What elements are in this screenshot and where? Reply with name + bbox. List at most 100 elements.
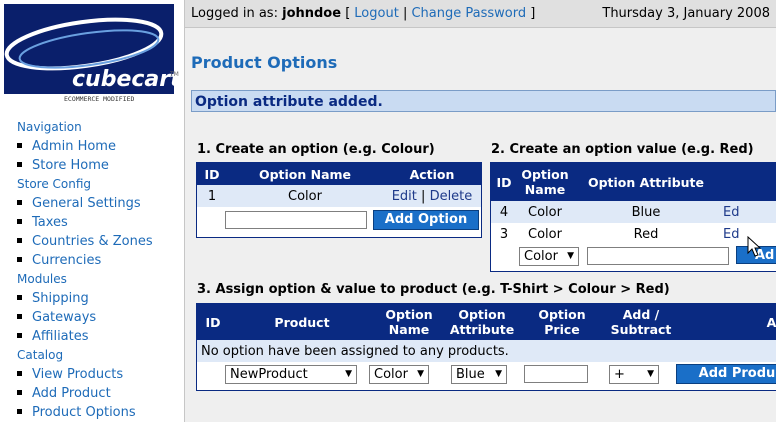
table-row: 1 Color Edit | Delete: [197, 185, 481, 207]
cubecart-logo[interactable]: cubecart TM ECOMMERCE MODIFIED: [4, 4, 180, 104]
change-password-link[interactable]: Change Password: [411, 6, 526, 21]
option-name: Color: [288, 188, 322, 204]
sidebar-item-view-products[interactable]: View Products: [0, 365, 184, 384]
logout-link[interactable]: Logout: [354, 6, 399, 21]
col-action: [719, 163, 776, 201]
edit-value-link[interactable]: Ed: [719, 201, 776, 223]
value-id: 4: [499, 204, 509, 220]
bullet-icon: [17, 143, 22, 148]
sidebar-item-label: Affiliates: [32, 329, 89, 344]
sidebar-item-label: Store Home: [32, 158, 109, 173]
sidebar-item-currencies[interactable]: Currencies: [0, 251, 184, 270]
sidebar-item-label: Product Options: [32, 405, 136, 420]
bullet-icon: [17, 314, 22, 319]
chevron-down-icon: ▼: [495, 369, 502, 379]
option-id: 1: [207, 188, 217, 204]
sidebar-item-label: View Products: [32, 367, 124, 382]
add-subtract-select[interactable]: + ▼: [609, 365, 659, 384]
bullet-icon: [17, 219, 22, 224]
value-attribute: Red: [633, 226, 659, 242]
add-product-option-button[interactable]: Add Produ: [676, 364, 776, 384]
attribute-select[interactable]: Blue ▼: [451, 365, 507, 384]
sidebar-item-general-settings[interactable]: General Settings: [0, 194, 184, 213]
col-option-name: Option Name: [227, 163, 383, 185]
sidebar-item-label: General Settings: [32, 196, 141, 211]
nav-section-title: Navigation: [17, 120, 82, 134]
bullet-icon: [17, 371, 22, 376]
sidebar-nav: Navigation Admin Home Store Home Store Conf…: [0, 118, 184, 422]
nav-section-title: Store Config: [17, 177, 92, 191]
table-row: No option have been assigned to any prod…: [197, 340, 776, 362]
bullet-icon: [17, 333, 22, 338]
chevron-down-icon: ▼: [567, 251, 574, 261]
option-name-select-value: Color: [524, 249, 558, 264]
section2-box: ID Option Name Option Attribute 4 Color …: [490, 162, 776, 272]
product-select[interactable]: NewProduct ▼: [225, 365, 357, 384]
sidebar-item-admin-home[interactable]: Admin Home: [0, 137, 184, 156]
option-price-input[interactable]: [524, 365, 588, 383]
table-row: 3 Color Red Ed: [491, 223, 776, 245]
sidebar-item-store-home[interactable]: Store Home: [0, 156, 184, 175]
col-id: ID: [491, 163, 517, 201]
nav-section-title: Modules: [17, 272, 67, 286]
col-option-attribute: Option Attribute: [443, 304, 521, 340]
bullet-icon: [17, 409, 22, 414]
bullet-icon: [17, 257, 22, 262]
section1-box: ID Option Name Action 1 Color Edit | Del…: [196, 162, 482, 238]
col-id: ID: [197, 163, 227, 185]
add-subtract-select-value: +: [614, 367, 625, 382]
value-option-name: Color: [528, 226, 562, 242]
value-id: 3: [499, 226, 509, 242]
sidebar-item-label: Shipping: [32, 291, 89, 306]
sidebar-item-gateways[interactable]: Gateways: [0, 308, 184, 327]
bracket-close: ]: [530, 6, 536, 21]
new-option-input[interactable]: [225, 211, 367, 229]
option-name-select[interactable]: Color ▼: [519, 247, 579, 266]
mouse-cursor-icon: [747, 236, 761, 257]
bullet-icon: [17, 390, 22, 395]
logo-tagline: ECOMMERCE MODIFIED: [64, 95, 135, 103]
value-option-name: Color: [528, 204, 562, 220]
col-option-name: Option Name: [375, 304, 443, 340]
action-separator: |: [421, 188, 426, 204]
new-value-input[interactable]: [587, 247, 729, 265]
empty-assignments-message: No option have been assigned to any prod…: [201, 343, 509, 359]
col-action: Action: [383, 163, 481, 185]
col-id: ID: [197, 304, 229, 340]
sidebar-item-label: Gateways: [32, 310, 97, 325]
success-message: Option attribute added.: [191, 90, 776, 112]
chevron-down-icon: ▼: [417, 369, 424, 379]
sidebar-item-shipping[interactable]: Shipping: [0, 289, 184, 308]
section3-title: 3. Assign option & value to product (e.g…: [197, 282, 670, 297]
col-action: Acti: [679, 304, 776, 340]
top-bar: Logged in as: johndoe [Logout | Change P…: [185, 0, 776, 28]
delete-option-link[interactable]: Delete: [430, 189, 473, 204]
section1-title: 1. Create an option (e.g. Colour): [197, 142, 435, 157]
bullet-icon: [17, 238, 22, 243]
bullet-icon: [17, 162, 22, 167]
sidebar-item-affiliates[interactable]: Affiliates: [0, 327, 184, 346]
sidebar-item-product-options[interactable]: Product Options: [0, 403, 184, 422]
product-select-value: NewProduct: [230, 367, 308, 382]
sidebar-item-label: Add Product: [32, 386, 111, 401]
option-select[interactable]: Color ▼: [369, 365, 429, 384]
col-product: Product: [229, 304, 375, 340]
nav-section-title: Catalog: [17, 348, 64, 362]
logo-brand: cubecart: [72, 67, 180, 92]
sidebar-item-label: Currencies: [32, 253, 102, 268]
edit-option-link[interactable]: Edit: [392, 189, 417, 204]
col-option-name: Option Name: [517, 163, 573, 201]
page-title: Product Options: [191, 53, 338, 72]
col-option-price: Option Price: [521, 304, 603, 340]
sidebar: cubecart TM ECOMMERCE MODIFIED Navigatio…: [0, 0, 185, 422]
add-option-button[interactable]: Add Option: [373, 210, 479, 230]
sidebar-item-taxes[interactable]: Taxes: [0, 213, 184, 232]
login-status: Logged in as: johndoe [Logout | Change P…: [191, 0, 535, 27]
logged-in-label: Logged in as:: [191, 6, 278, 21]
chevron-down-icon: ▼: [647, 369, 654, 379]
sidebar-item-add-product[interactable]: Add Product: [0, 384, 184, 403]
sidebar-item-label: Taxes: [32, 215, 68, 230]
sidebar-item-countries-zones[interactable]: Countries & Zones: [0, 232, 184, 251]
section3-box: ID Product Option Name Option Attribute …: [196, 303, 776, 391]
attribute-select-value: Blue: [456, 367, 485, 382]
